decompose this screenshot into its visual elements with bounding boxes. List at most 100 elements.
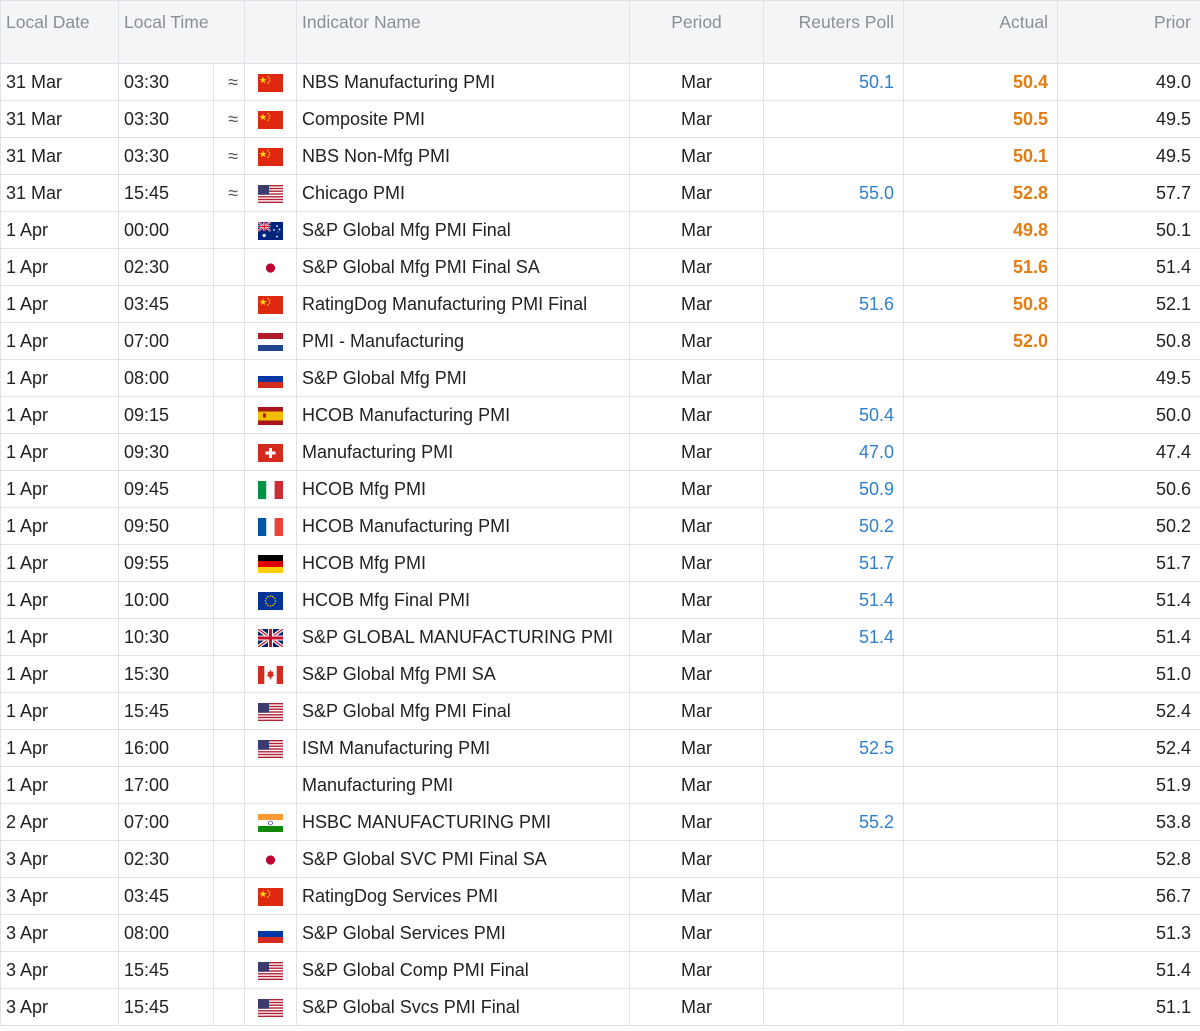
row-indicator-name[interactable]: HCOB Mfg Final PMI — [296, 581, 630, 619]
col-actual[interactable]: Actual — [903, 0, 1058, 64]
table-row[interactable]: 1 Apr 09:55 HCOB Mfg PMI Mar 51.7 51.7 — [0, 544, 1200, 582]
row-local-date: 3 Apr — [0, 877, 119, 915]
row-local-date: 1 Apr — [0, 655, 119, 693]
row-indicator-name[interactable]: S&P Global Services PMI — [296, 914, 630, 952]
row-local-time: 15:45 — [118, 692, 214, 730]
row-indicator-name[interactable]: HCOB Manufacturing PMI — [296, 396, 630, 434]
row-indicator-name[interactable]: PMI - Manufacturing — [296, 322, 630, 360]
row-indicator-name[interactable]: S&P Global Mfg PMI Final — [296, 211, 630, 249]
row-actual — [903, 396, 1058, 434]
table-row[interactable]: 1 Apr 09:30 Manufacturing PMI Mar 47.0 47.4 — [0, 433, 1200, 471]
row-indicator-name[interactable]: HCOB Manufacturing PMI — [296, 507, 630, 545]
table-row[interactable]: 1 Apr 00:00 S&P Global Mfg PMI Final Mar 49.… — [0, 211, 1200, 249]
row-indicator-name[interactable]: S&P Global Svcs PMI Final — [296, 988, 630, 1026]
row-indicator-name[interactable]: RatingDog Services PMI — [296, 877, 630, 915]
approx-time-marker: ≈ — [213, 137, 245, 175]
row-indicator-name[interactable]: S&P Global Comp PMI Final — [296, 951, 630, 989]
col-prior[interactable]: Prior — [1057, 0, 1200, 64]
row-prior: 50.6 — [1057, 470, 1200, 508]
row-indicator-name[interactable]: Chicago PMI — [296, 174, 630, 212]
row-indicator-name[interactable]: S&P Global Mfg PMI — [296, 359, 630, 397]
row-actual: 50.4 — [903, 63, 1058, 101]
table-row[interactable]: 3 Apr 08:00 S&P Global Services PMI Mar 51.3 — [0, 914, 1200, 952]
approx-time-marker — [213, 877, 245, 915]
row-actual — [903, 581, 1058, 619]
row-indicator-name[interactable]: HSBC MANUFACTURING PMI — [296, 803, 630, 841]
row-local-time: 08:00 — [118, 914, 214, 952]
table-row[interactable]: 1 Apr 03:45 RatingDog Manufacturing PMI Fi… — [0, 285, 1200, 323]
col-local-time[interactable]: Local Time — [118, 0, 245, 64]
germany-flag-icon — [258, 554, 283, 573]
row-reuters-poll: 47.0 — [763, 433, 904, 471]
table-row[interactable]: 31 Mar 15:45 ≈ Chicago PMI Mar 55.0 52.8 57.7 — [0, 174, 1200, 212]
china-flag-icon — [258, 110, 283, 129]
table-row[interactable]: 1 Apr 10:30 S&P GLOBAL MANUFACTURING PMI Ma… — [0, 618, 1200, 656]
row-reuters-poll: 51.4 — [763, 618, 904, 656]
row-prior: 51.4 — [1057, 618, 1200, 656]
table-row[interactable]: 1 Apr 09:45 HCOB Mfg PMI Mar 50.9 50.6 — [0, 470, 1200, 508]
approx-time-marker — [213, 766, 245, 804]
row-local-time: 10:00 — [118, 581, 214, 619]
row-flag — [244, 655, 297, 693]
table-row[interactable]: 3 Apr 02:30 S&P Global SVC PMI Final SA Mar… — [0, 840, 1200, 878]
col-reuters-poll[interactable]: Reuters Poll — [763, 0, 904, 64]
table-row[interactable]: 1 Apr 09:15 HCOB Manufacturing PMI Mar 50.4 5… — [0, 396, 1200, 434]
usa-flag-icon — [258, 961, 283, 980]
table-row[interactable]: 3 Apr 15:45 S&P Global Comp PMI Final Mar 51… — [0, 951, 1200, 989]
row-indicator-name[interactable]: S&P Global Mfg PMI Final — [296, 692, 630, 730]
table-row[interactable]: 1 Apr 17:00 Manufacturing PMI Mar 51.9 — [0, 766, 1200, 804]
row-actual — [903, 729, 1058, 767]
table-row[interactable]: 1 Apr 08:00 S&P Global Mfg PMI Mar 49.5 — [0, 359, 1200, 397]
table-row[interactable]: 3 Apr 03:45 RatingDog Services PMI Mar 56.7 — [0, 877, 1200, 915]
col-local-date[interactable]: Local Date — [0, 0, 119, 64]
table-row[interactable]: 3 Apr 15:45 S&P Global Svcs PMI Final Mar 51… — [0, 988, 1200, 1026]
table-row[interactable]: 1 Apr 02:30 S&P Global Mfg PMI Final SA Mar… — [0, 248, 1200, 286]
table-row[interactable]: 1 Apr 07:00 PMI - Manufacturing Mar 52.0 50.8 — [0, 322, 1200, 360]
table-row[interactable]: 1 Apr 09:50 HCOB Manufacturing PMI Mar 50.2 5… — [0, 507, 1200, 545]
row-prior: 51.9 — [1057, 766, 1200, 804]
row-local-date: 1 Apr — [0, 692, 119, 730]
table-row[interactable]: 31 Mar 03:30 ≈ NBS Manufacturing PMI Mar 50.1… — [0, 63, 1200, 101]
row-local-date: 1 Apr — [0, 211, 119, 249]
table-row[interactable]: 31 Mar 03:30 ≈ Composite PMI Mar 50.5 49.5 — [0, 100, 1200, 138]
row-local-date: 1 Apr — [0, 618, 119, 656]
table-row[interactable]: 1 Apr 16:00 ISM Manufacturing PMI Mar 52.5 52… — [0, 729, 1200, 767]
row-reuters-poll — [763, 951, 904, 989]
italy-flag-icon — [258, 480, 283, 499]
row-local-date: 31 Mar — [0, 137, 119, 175]
row-indicator-name[interactable]: RatingDog Manufacturing PMI Final — [296, 285, 630, 323]
russia-flag-icon — [258, 369, 283, 388]
table-row[interactable]: 1 Apr 15:45 S&P Global Mfg PMI Final Mar 52.… — [0, 692, 1200, 730]
row-indicator-name[interactable]: NBS Non-Mfg PMI — [296, 137, 630, 175]
row-local-date: 1 Apr — [0, 248, 119, 286]
row-indicator-name[interactable]: S&P Global Mfg PMI Final SA — [296, 248, 630, 286]
row-local-date: 1 Apr — [0, 581, 119, 619]
col-flag — [244, 0, 297, 64]
row-indicator-name[interactable]: S&P Global Mfg PMI SA — [296, 655, 630, 693]
row-flag — [244, 174, 297, 212]
row-indicator-name[interactable]: Manufacturing PMI — [296, 433, 630, 471]
table-row[interactable]: 31 Mar 03:30 ≈ NBS Non-Mfg PMI Mar 50.1 49.5 — [0, 137, 1200, 175]
table-row[interactable]: 2 Apr 07:00 HSBC MANUFACTURING PMI Mar 55.2 5… — [0, 803, 1200, 841]
row-indicator-name[interactable]: HCOB Mfg PMI — [296, 470, 630, 508]
table-header-row: Local Date Local Time Indicator Name Per… — [0, 0, 1200, 64]
row-indicator-name[interactable]: Composite PMI — [296, 100, 630, 138]
table-row[interactable]: 1 Apr 15:30 S&P Global Mfg PMI SA Mar 51.0 — [0, 655, 1200, 693]
row-indicator-name[interactable]: NBS Manufacturing PMI — [296, 63, 630, 101]
row-local-date: 3 Apr — [0, 840, 119, 878]
approx-time-marker — [213, 359, 245, 397]
row-local-time: 02:30 — [118, 840, 214, 878]
col-indicator-name[interactable]: Indicator Name — [296, 0, 630, 64]
row-reuters-poll — [763, 840, 904, 878]
row-reuters-poll — [763, 211, 904, 249]
row-indicator-name[interactable]: Manufacturing PMI — [296, 766, 630, 804]
table-row[interactable]: 1 Apr 10:00 HCOB Mfg Final PMI Mar 51.4 51.4 — [0, 581, 1200, 619]
row-period: Mar — [629, 100, 764, 138]
row-indicator-name[interactable]: HCOB Mfg PMI — [296, 544, 630, 582]
row-indicator-name[interactable]: S&P GLOBAL MANUFACTURING PMI — [296, 618, 630, 656]
row-indicator-name[interactable]: ISM Manufacturing PMI — [296, 729, 630, 767]
row-indicator-name[interactable]: S&P Global SVC PMI Final SA — [296, 840, 630, 878]
row-local-time: 09:30 — [118, 433, 214, 471]
col-period[interactable]: Period — [629, 0, 764, 64]
canada-flag-icon — [258, 665, 283, 684]
